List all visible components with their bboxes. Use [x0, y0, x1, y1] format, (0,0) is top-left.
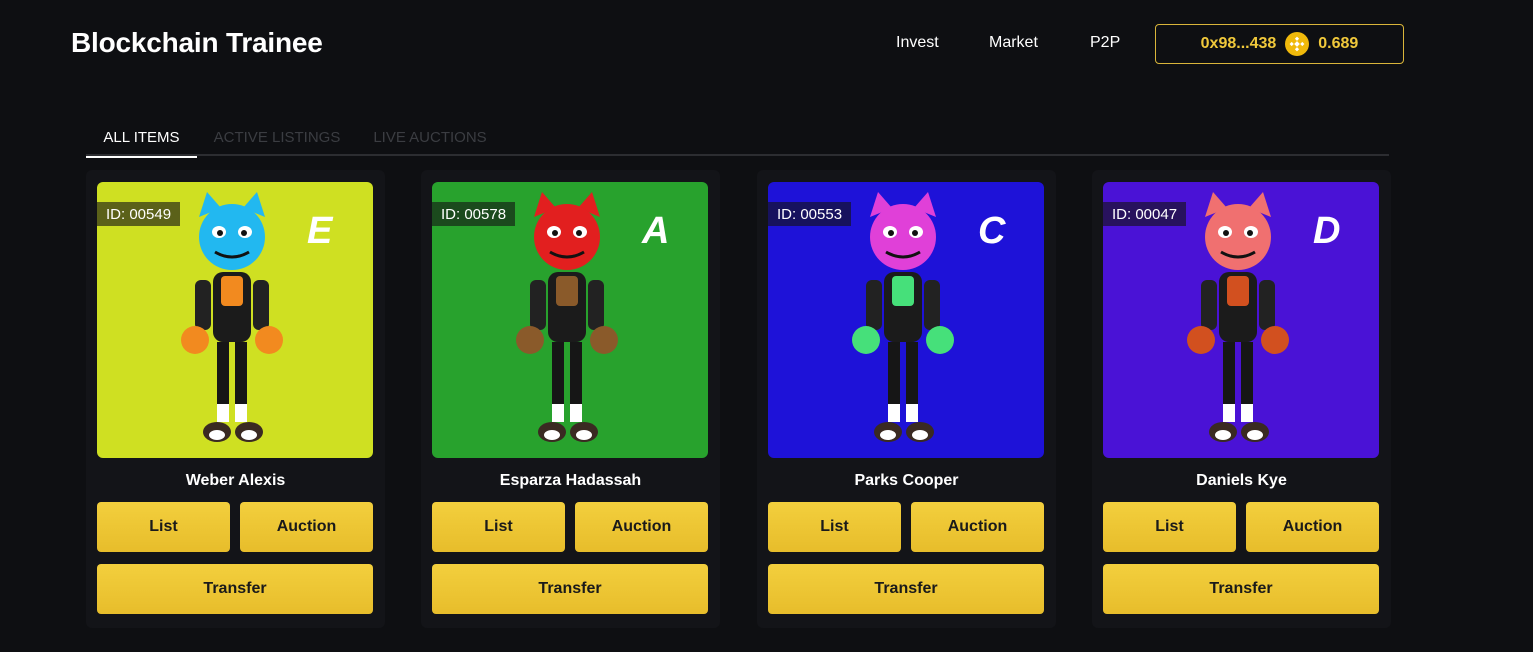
- cat-character-icon: [516, 192, 618, 442]
- item-id-badge: ID: 00553: [768, 202, 852, 226]
- character-name: Esparza Hadassah: [499, 472, 642, 489]
- list-button[interactable]: List: [432, 502, 565, 552]
- nft-card: ID: 00553 C Parks Cooper List Auction Tr…: [757, 170, 1056, 628]
- character-name: Weber Alexis: [185, 472, 286, 489]
- cat-character-icon: [852, 192, 954, 442]
- brand-title[interactable]: Blockchain Trainee: [71, 27, 323, 59]
- grade-letter: E: [307, 210, 333, 252]
- nav-p2p[interactable]: P2P: [1090, 34, 1120, 52]
- cat-character-icon: [1187, 192, 1289, 442]
- grade-letter: A: [642, 210, 670, 252]
- nft-card: ID: 00047 D Daniels Kye List Auction Tra…: [1092, 170, 1391, 628]
- grade-letter: C: [978, 210, 1006, 252]
- character-artwork[interactable]: ID: 00549 E: [97, 182, 373, 458]
- transfer-button[interactable]: Transfer: [97, 564, 373, 614]
- character-artwork[interactable]: ID: 00578 A: [432, 182, 708, 458]
- wallet-button[interactable]: 0x98...438 0.689: [1155, 24, 1404, 64]
- nav-invest[interactable]: Invest: [896, 34, 939, 52]
- auction-button[interactable]: Auction: [240, 502, 373, 552]
- transfer-button[interactable]: Transfer: [432, 564, 708, 614]
- item-id-badge: ID: 00549: [97, 202, 181, 226]
- transfer-button[interactable]: Transfer: [1103, 564, 1379, 614]
- nft-card: ID: 00578 A Esparza Hadassah List Auctio…: [421, 170, 720, 628]
- tab-live-auctions[interactable]: LIVE AUCTIONS: [365, 118, 495, 156]
- item-id-badge: ID: 00047: [1103, 202, 1187, 226]
- list-button[interactable]: List: [1103, 502, 1236, 552]
- character-name: Parks Cooper: [854, 472, 959, 489]
- character-artwork[interactable]: ID: 00553 C: [768, 182, 1044, 458]
- wallet-balance: 0.689: [1318, 35, 1359, 52]
- transfer-button[interactable]: Transfer: [768, 564, 1044, 614]
- tab-all-items[interactable]: ALL ITEMS: [86, 118, 197, 158]
- item-tabs: ALL ITEMS ACTIVE LISTINGS LIVE AUCTIONS: [86, 118, 1389, 158]
- auction-button[interactable]: Auction: [1246, 502, 1379, 552]
- cat-character-icon: [181, 192, 283, 442]
- tab-active-listings[interactable]: ACTIVE LISTINGS: [207, 118, 347, 156]
- grade-letter: D: [1313, 210, 1341, 252]
- wallet-address: 0x98...438: [1200, 35, 1277, 52]
- item-id-badge: ID: 00578: [432, 202, 516, 226]
- auction-button[interactable]: Auction: [911, 502, 1044, 552]
- nav-market[interactable]: Market: [989, 34, 1038, 52]
- list-button[interactable]: List: [97, 502, 230, 552]
- character-name: Daniels Kye: [1196, 472, 1287, 489]
- character-artwork[interactable]: ID: 00047 D: [1103, 182, 1379, 458]
- auction-button[interactable]: Auction: [575, 502, 708, 552]
- list-button[interactable]: List: [768, 502, 901, 552]
- bnb-coin-icon: [1285, 32, 1310, 56]
- nft-card: ID: 00549 E Weber Alexis List Auction Tr…: [86, 170, 385, 628]
